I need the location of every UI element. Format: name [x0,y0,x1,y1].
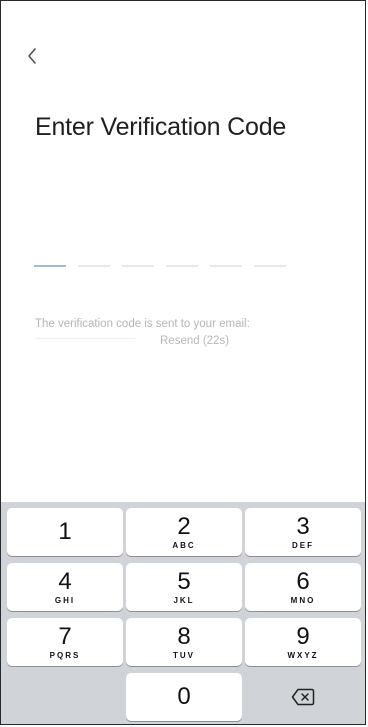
verification-code-input[interactable] [34,247,286,267]
key-digit: 9 [296,622,310,650]
key-digit: 1 [58,518,72,545]
key-letters: MNO [290,595,316,605]
key-letters: DEF [292,540,314,550]
key-2[interactable]: 2 ABC [126,508,242,556]
key-1[interactable]: 1 [7,508,123,556]
code-slot-3[interactable] [122,247,154,267]
key-digit: 4 [58,567,72,595]
numeric-keypad: 1 2 ABC 3 DEF 4 GHI 5 JKL 6 MNO 7 PQRS 8… [1,502,365,724]
key-0[interactable]: 0 [126,673,242,721]
resend-link[interactable]: Resend (22s) [160,335,229,347]
key-digit: 6 [296,567,310,595]
key-6[interactable]: 6 MNO [245,563,361,611]
chevron-left-icon [28,48,36,64]
key-3[interactable]: 3 DEF [245,508,361,556]
key-letters: ABC [172,540,196,550]
key-4[interactable]: 4 GHI [7,563,123,611]
key-7[interactable]: 7 PQRS [7,618,123,666]
masked-email [35,338,135,339]
page-title: Enter Verification Code [35,113,287,141]
back-button[interactable] [21,45,43,67]
code-slot-6[interactable] [254,247,286,267]
key-digit: 3 [296,512,310,540]
code-slot-4[interactable] [166,247,198,267]
backspace-icon [291,688,315,706]
key-digit: 2 [177,512,191,540]
info-text: The verification code is sent to your em… [35,318,250,330]
key-digit: 7 [58,622,72,650]
key-letters: JKL [173,595,195,605]
key-5[interactable]: 5 JKL [126,563,242,611]
key-letters: TUV [173,650,195,660]
key-digit: 5 [177,567,191,595]
screen: Enter Verification Code The verification… [0,0,366,725]
key-letters: PQRS [49,650,81,660]
key-digit: 0 [177,683,191,710]
code-slot-2[interactable] [78,247,110,267]
code-slot-1[interactable] [34,247,66,267]
key-9[interactable]: 9 WXYZ [245,618,361,666]
key-8[interactable]: 8 TUV [126,618,242,666]
delete-key[interactable] [245,673,361,721]
code-slot-5[interactable] [210,247,242,267]
key-letters: GHI [54,595,76,605]
key-letters: WXYZ [287,650,319,660]
key-digit: 8 [177,622,191,650]
